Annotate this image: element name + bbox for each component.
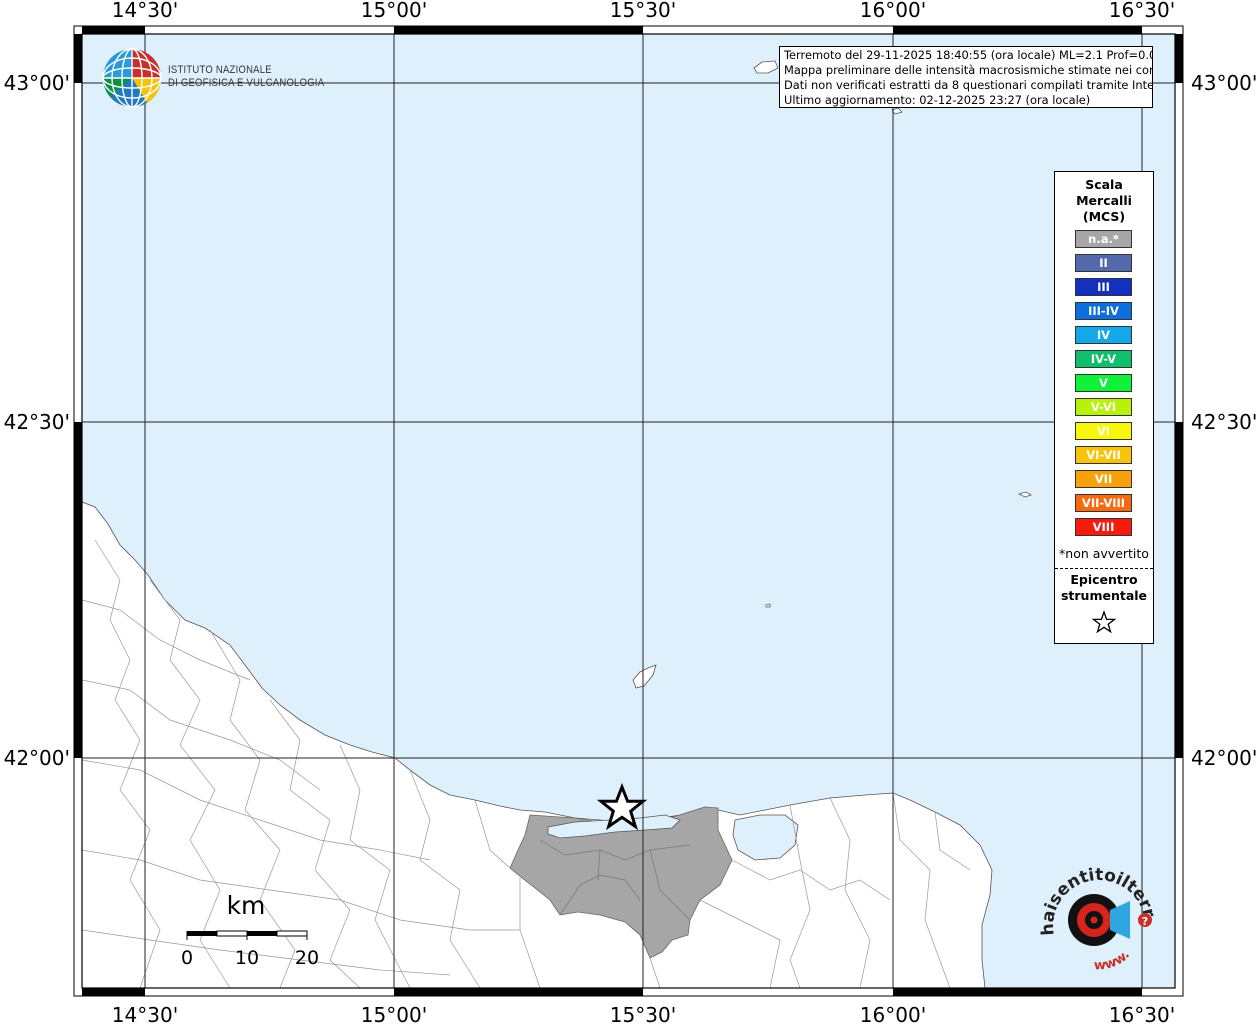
x-tick-label: 14°30' (112, 1003, 178, 1024)
legend-item-mcs: VII (1075, 470, 1132, 488)
legend-title-line: (MCS) (1082, 209, 1126, 224)
legend-separator (1055, 568, 1153, 569)
legend-item-mcs: III (1075, 278, 1132, 296)
legend-item-mcs: VII-VIII (1075, 494, 1132, 512)
scale-bar: km 0 10 20 (181, 891, 319, 969)
legend-item-mcs: VIII (1075, 518, 1132, 536)
legend-epicenter-line: strumentale (1060, 588, 1148, 603)
x-tick-label: 16°00' (860, 1003, 926, 1024)
x-tick-label: 16°00' (860, 0, 926, 22)
legend-star-icon (1091, 610, 1117, 634)
legend-note: *non avvertito (1059, 546, 1149, 561)
y-tick-label: 42°00' (4, 746, 70, 770)
scale-label: 10 (235, 947, 259, 969)
y-tick-label: 42°30' (1191, 410, 1256, 434)
ingv-logo-text: ISTITUTO NAZIONALE DI GEOFISICA E VULCAN… (168, 64, 324, 90)
x-tick-label: 14°30' (112, 0, 178, 22)
last-update: Ultimo aggiornamento: 02-12-2025 23:27 (… (784, 93, 1091, 107)
y-axis-labels-left: 43°00' 42°30' 42°00' (4, 71, 70, 770)
x-tick-label: 15°30' (610, 1003, 676, 1024)
data-note: Dati non verificati estratti da 8 questi… (784, 78, 1153, 92)
event-title: Terremoto del 29-11-2025 18:40:55 (ora l… (784, 48, 1153, 62)
legend-item-mcs: IV-V (1075, 350, 1132, 368)
x-axis-labels-bottom: 14°30' 15°00' 15°30' 16°00' 16°30' (112, 1003, 1175, 1024)
hse-logo[interactable]: haisentitoilterremoto.it www. ? (1032, 865, 1162, 977)
x-axis-labels-top: 14°30' 15°00' 15°30' 16°00' 16°30' (112, 0, 1175, 22)
legend-epicenter-label: Epicentro strumentale (1055, 572, 1153, 604)
x-tick-label: 15°00' (361, 1003, 427, 1024)
x-tick-label: 16°30' (1109, 0, 1175, 22)
ingv-logo-line: ISTITUTO NAZIONALE (168, 64, 272, 76)
y-tick-label: 42°00' (1191, 746, 1256, 770)
y-tick-label: 43°00' (4, 71, 70, 95)
scale-unit: km (227, 891, 266, 920)
hse-prefix-text: www. (1094, 947, 1133, 973)
hse-question-icon: ? (1142, 915, 1148, 928)
y-axis-labels-right: 43°00' 42°30' 42°00' (1191, 71, 1256, 770)
ingv-globe-icon (102, 48, 162, 108)
x-tick-label: 16°30' (1109, 1003, 1175, 1024)
scale-label: 0 (181, 947, 193, 969)
legend-title-line: Mercalli (1076, 193, 1132, 208)
legend-epicenter-line: Epicentro (1070, 572, 1138, 587)
legend-item-mcs: IV (1075, 326, 1132, 344)
legend-title-line: Scala (1085, 177, 1123, 192)
legend: Scala Mercalli (MCS) n.a.* II III III-IV IV I… (1054, 171, 1154, 644)
map-description: Mappa preliminare delle intensità macros… (784, 63, 1153, 77)
scale-label: 20 (295, 947, 319, 969)
legend-item-mcs: II (1075, 254, 1132, 272)
event-info-box: Terremoto del 29-11-2025 18:40:55 (ora l… (779, 46, 1153, 108)
y-tick-label: 42°30' (4, 410, 70, 434)
island (765, 603, 771, 608)
ingv-logo-line: DI GEOFISICA E VULCANOLOGIA (168, 77, 325, 89)
x-tick-label: 15°00' (361, 0, 427, 22)
legend-item-mcs: VI (1075, 422, 1132, 440)
hse-prefix-path: www. (1094, 947, 1133, 973)
legend-item-mcs: V-VI (1075, 398, 1132, 416)
legend-item-mcs: V (1075, 374, 1132, 392)
x-tick-label: 15°30' (610, 0, 676, 22)
legend-item-mcs: n.a.* (1075, 230, 1132, 248)
legend-item-mcs: VI-VII (1075, 446, 1132, 464)
legend-title: Scala Mercalli (MCS) (1055, 177, 1153, 225)
legend-item-mcs: III-IV (1075, 302, 1132, 320)
y-tick-label: 43°00' (1191, 71, 1256, 95)
